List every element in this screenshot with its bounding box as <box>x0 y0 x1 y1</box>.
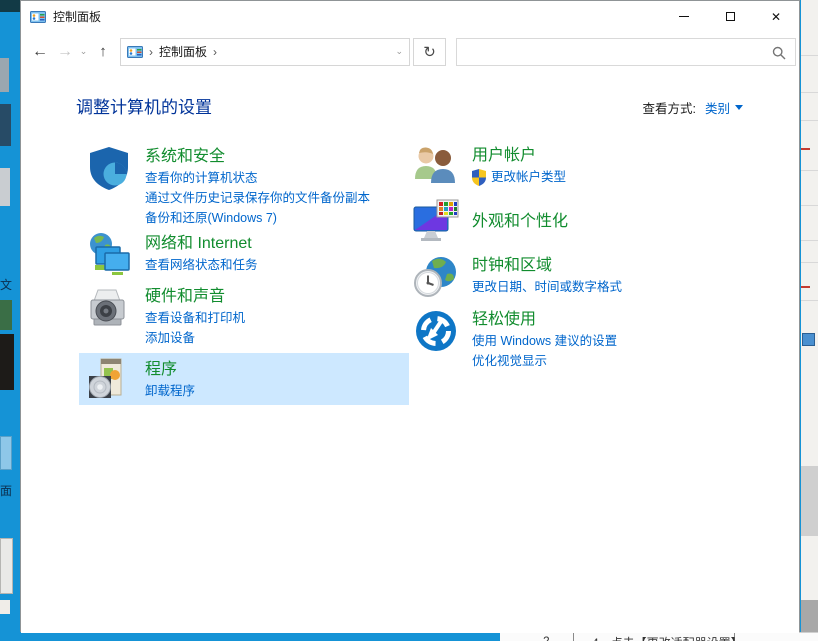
category-task-link[interactable]: 查看设备和打印机 <box>145 308 245 328</box>
breadcrumb-dropdown-icon[interactable]: ⌄ <box>395 46 403 57</box>
breadcrumb[interactable]: › 控制面板 › ⌄ <box>120 38 410 66</box>
close-button[interactable]: ✕ <box>753 1 799 32</box>
category-system-security: 系统和安全 查看你的计算机状态 通过文件历史记录保存你的文件备份副本 备份和还原… <box>79 144 409 228</box>
view-by: 查看方式: 类别 <box>643 98 744 117</box>
navigation-bar: ← → ⌄ ↑ › 控制面板 › ⌄ ↻ <box>21 32 799 71</box>
category-task-link[interactable]: 卸载程序 <box>145 381 195 401</box>
category-network-internet: 网络和 Internet 查看网络状态和任务 <box>79 231 409 279</box>
category-task-link[interactable]: 查看网络状态和任务 <box>145 255 258 275</box>
category-title[interactable]: 网络和 Internet <box>145 233 258 255</box>
uac-shield-icon <box>472 169 486 186</box>
minimize-icon <box>679 16 689 17</box>
category-user-accounts: 用户帐户 更改帐户类型 <box>406 143 736 191</box>
window-title: 控制面板 <box>53 8 101 25</box>
category-task-link[interactable]: 使用 Windows 建议的设置 <box>472 331 617 351</box>
control-panel-window: 控制面板 ✕ ← → ⌄ ↑ › <box>20 0 800 632</box>
close-icon: ✕ <box>771 10 781 24</box>
screen: 文 面 2 4、点击【更改适配器设置】 <box>0 0 818 641</box>
chevron-down-icon: ⌄ <box>80 46 88 57</box>
search-box[interactable] <box>456 38 796 66</box>
control-panel-icon <box>30 9 46 25</box>
security-shield-icon[interactable] <box>85 144 133 192</box>
desktop-icon-label-fragment: 文 <box>0 276 16 293</box>
recent-pages-dropdown[interactable]: ⌄ <box>77 38 90 66</box>
category-title[interactable]: 时钟和区域 <box>472 255 622 277</box>
view-by-category-link[interactable]: 类别 <box>705 98 730 117</box>
category-task-link[interactable]: 优化视觉显示 <box>472 351 617 371</box>
up-button[interactable]: ↑ <box>90 38 116 66</box>
desktop-fragment <box>0 538 13 594</box>
doc-fragment-text: 4、点击【更改适配器设置】 <box>592 634 743 641</box>
category-title[interactable]: 硬件和声音 <box>145 286 245 308</box>
desktop-fragment <box>0 436 12 470</box>
category-title[interactable]: 系统和安全 <box>145 146 370 168</box>
refresh-button[interactable]: ↻ <box>413 38 446 66</box>
category-title[interactable]: 外观和个性化 <box>472 211 568 233</box>
category-programs[interactable]: 程序 卸载程序 <box>79 353 409 405</box>
back-button[interactable]: ← <box>27 38 53 66</box>
desktop-fragment <box>0 168 10 206</box>
category-task-link[interactable]: 备份和还原(Windows 7) <box>145 208 370 228</box>
up-icon: ↑ <box>99 43 107 60</box>
desktop-fragment <box>0 104 11 146</box>
back-icon: ← <box>32 43 48 61</box>
category-title[interactable]: 程序 <box>145 359 195 381</box>
view-by-label: 查看方式: <box>643 98 696 117</box>
forward-icon: → <box>57 43 73 61</box>
category-hardware-sound: 硬件和声音 查看设备和打印机 添加设备 <box>79 284 409 348</box>
printer-icon[interactable] <box>85 284 133 332</box>
category-title[interactable]: 用户帐户 <box>472 145 566 167</box>
category-task-link[interactable]: 添加设备 <box>145 328 245 348</box>
clock-region-icon[interactable] <box>412 253 460 301</box>
desktop-fragment <box>0 600 10 614</box>
minimize-button[interactable] <box>661 1 707 32</box>
software-cd-icon[interactable] <box>85 355 133 403</box>
caret-down-icon[interactable] <box>735 105 743 110</box>
category-clock-region: 时钟和区域 更改日期、时间或数字格式 <box>406 253 736 301</box>
maximize-icon <box>726 12 735 21</box>
ease-of-access-icon[interactable] <box>412 307 460 355</box>
category-task-link[interactable]: 更改帐户类型 <box>491 167 566 187</box>
search-icon <box>772 46 786 60</box>
control-panel-icon <box>127 44 143 60</box>
personalization-icon[interactable] <box>412 197 460 245</box>
breadcrumb-chevron-icon: › <box>213 45 217 59</box>
breadcrumb-item-control-panel[interactable]: 控制面板 <box>159 43 207 60</box>
desktop-icon-label-fragment: 面 <box>0 482 16 499</box>
category-ease-of-access: 轻松使用 使用 Windows 建议的设置 优化视觉显示 <box>406 307 736 371</box>
category-title[interactable]: 轻松使用 <box>472 309 617 331</box>
background-document-fragment: 2 4、点击【更改适配器设置】 <box>500 632 818 641</box>
desktop-fragment <box>0 300 12 330</box>
category-task-link[interactable]: 通过文件历史记录保存你的文件备份副本 <box>145 188 370 208</box>
category-task-link[interactable]: 查看你的计算机状态 <box>145 168 370 188</box>
breadcrumb-chevron-icon: › <box>149 45 153 59</box>
background-window-sliver <box>801 0 818 641</box>
search-input[interactable] <box>457 39 795 65</box>
desktop-fragment <box>0 58 9 92</box>
maximize-button[interactable] <box>707 1 753 32</box>
category-task-link[interactable]: 更改日期、时间或数字格式 <box>472 277 622 297</box>
titlebar[interactable]: 控制面板 ✕ <box>21 1 799 32</box>
network-globe-icon[interactable] <box>85 231 133 279</box>
user-accounts-icon[interactable] <box>412 143 460 191</box>
content-area: 调整计算机的设置 查看方式: 类别 系统和安全 查看你的计算机状态 通过文件历史… <box>21 71 799 633</box>
refresh-icon: ↻ <box>423 43 436 61</box>
desktop-fragment <box>0 0 20 12</box>
doc-fragment-number: 2 <box>543 634 550 641</box>
desktop-fragment <box>0 334 14 390</box>
category-appearance-personalization: 外观和个性化 <box>406 197 736 245</box>
page-title: 调整计算机的设置 <box>76 93 212 118</box>
forward-button[interactable]: → <box>53 38 77 66</box>
